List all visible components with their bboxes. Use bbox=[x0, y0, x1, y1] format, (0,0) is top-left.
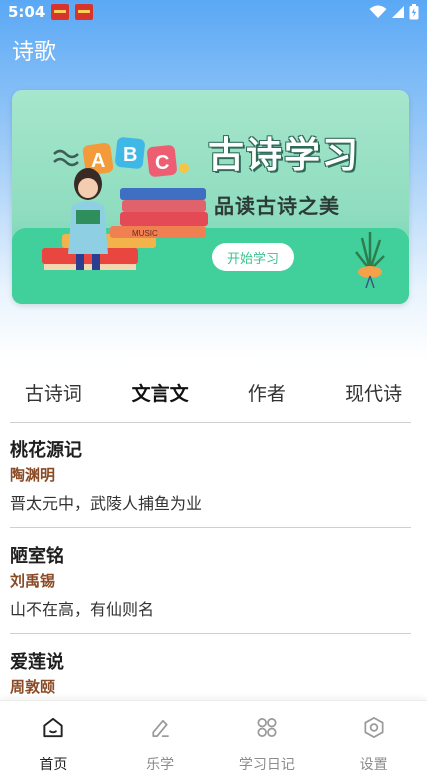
page-title: 诗歌 bbox=[12, 40, 57, 65]
grid-icon bbox=[257, 717, 277, 738]
category-tabs: 古诗词 文言文 作者 现代诗 bbox=[0, 372, 427, 412]
edit-icon bbox=[152, 719, 169, 738]
poem-author: 周敦颐 bbox=[10, 678, 56, 696]
nav-label: 设置 bbox=[359, 757, 388, 773]
nav-label: 学习日记 bbox=[238, 757, 295, 773]
poem-first-line: 晋太元中，武陵人捕鱼为业 bbox=[10, 494, 203, 513]
abc-letter-b: B bbox=[123, 144, 137, 166]
poem-author: 刘禹锡 bbox=[10, 572, 56, 590]
notification-icon bbox=[75, 4, 94, 20]
tab-authors[interactable]: 作者 bbox=[214, 379, 321, 406]
poem-title: 陋室铭 bbox=[10, 546, 64, 567]
home-icon bbox=[43, 717, 63, 738]
poem-author: 陶渊明 bbox=[10, 466, 56, 484]
status-time: 5:04 bbox=[8, 3, 46, 21]
nav-item-home[interactable]: 首页 bbox=[0, 701, 107, 774]
signal-icon bbox=[392, 6, 404, 18]
reading-girl-illustration bbox=[68, 168, 108, 270]
banner-title: 古诗学习 bbox=[208, 135, 361, 176]
list-item[interactable]: 陋室铭 刘禹锡 山不在高，有仙则名 bbox=[0, 528, 427, 634]
tab-modern-poetry[interactable]: 现代诗 bbox=[320, 379, 427, 406]
hexagon-settings-icon bbox=[364, 717, 384, 738]
nav-label: 乐学 bbox=[146, 757, 175, 773]
abc-letter-c: C bbox=[155, 152, 169, 174]
nav-item-learn[interactable]: 乐学 bbox=[107, 701, 214, 774]
status-bar: 5:04 bbox=[0, 0, 427, 24]
bottom-navigation: 首页 乐学 学习日记 设置 bbox=[0, 700, 427, 774]
status-indicators bbox=[369, 4, 419, 20]
poem-first-line: 山不在高，有仙则名 bbox=[10, 600, 155, 619]
start-learning-button[interactable]: 开始学习 bbox=[212, 243, 294, 271]
battery-icon bbox=[409, 4, 419, 20]
poem-list: 桃花源记 陶渊明 晋太元中，武陵人捕鱼为业 陋室铭 刘禹锡 山不在高，有仙则名 … bbox=[0, 422, 427, 740]
notification-icon bbox=[51, 4, 70, 20]
banner[interactable]: A B C MUSIC 古诗学习 品读古诗之美 开始学习 bbox=[12, 90, 409, 304]
poem-title: 爱莲说 bbox=[10, 652, 64, 673]
wifi-icon bbox=[369, 5, 387, 18]
tab-classical-poetry[interactable]: 古诗词 bbox=[0, 379, 107, 406]
banner-subtitle: 品读古诗之美 bbox=[214, 194, 340, 218]
nav-label: 首页 bbox=[39, 757, 68, 773]
book-spine-label: MUSIC bbox=[132, 229, 158, 238]
nav-item-study-diary[interactable]: 学习日记 bbox=[214, 701, 321, 774]
list-item[interactable]: 桃花源记 陶渊明 晋太元中，武陵人捕鱼为业 bbox=[0, 422, 427, 528]
tab-classical-prose[interactable]: 文言文 bbox=[107, 379, 214, 406]
plant-illustration bbox=[355, 232, 385, 289]
nav-item-settings[interactable]: 设置 bbox=[320, 701, 427, 774]
poem-title: 桃花源记 bbox=[10, 440, 82, 461]
